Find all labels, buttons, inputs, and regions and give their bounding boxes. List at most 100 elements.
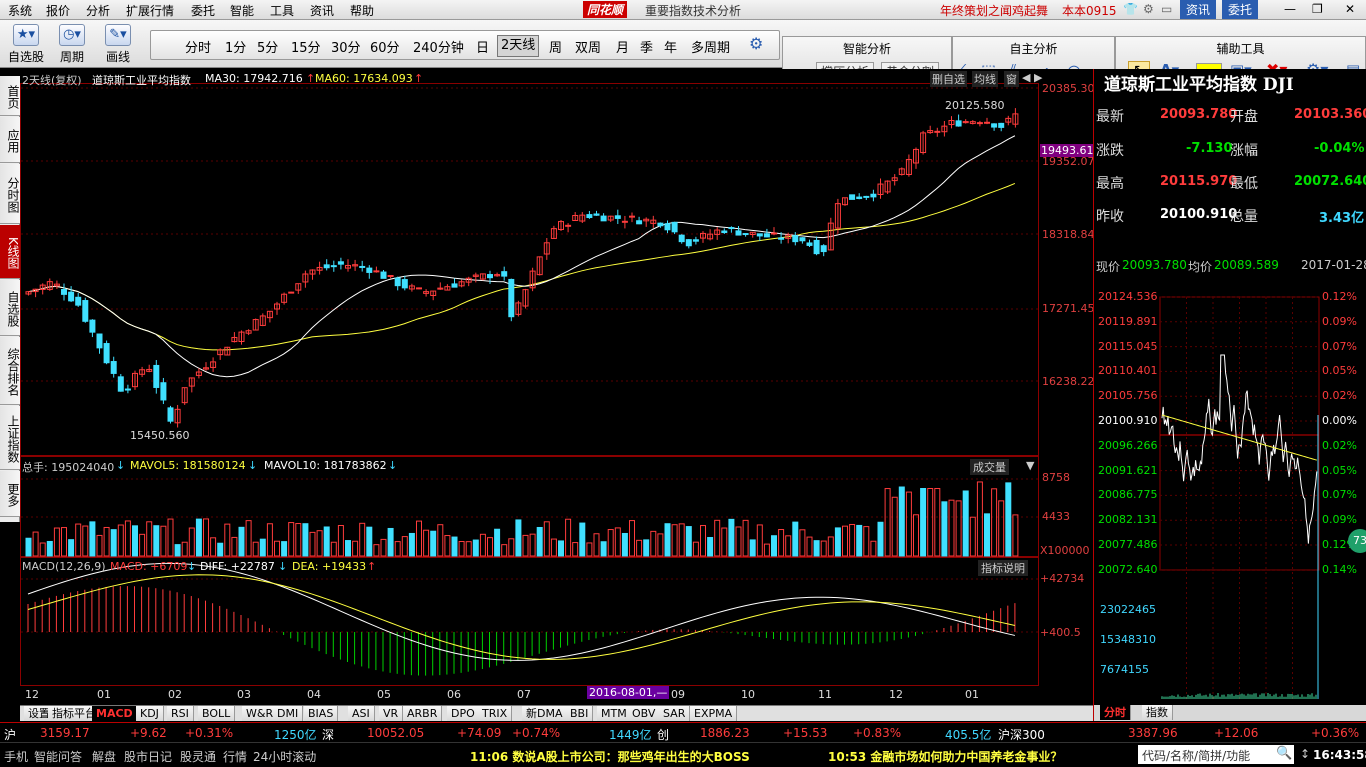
- arrow-left-icon[interactable]: ◀: [1022, 71, 1030, 84]
- indicator-tab-sar[interactable]: SAR: [659, 706, 691, 721]
- float-badge[interactable]: 73: [1348, 529, 1366, 553]
- menu-extended[interactable]: 扩展行情: [126, 2, 174, 19]
- indicator-tab-mtm[interactable]: MTM: [597, 706, 632, 721]
- period-240min[interactable]: 240分钟: [413, 37, 464, 56]
- indicator-tab-vr[interactable]: VR: [379, 706, 404, 721]
- user-name[interactable]: 本本0915: [1062, 2, 1117, 19]
- candle-body: [82, 300, 89, 322]
- trade-button[interactable]: 委托: [1222, 0, 1259, 19]
- indicator-tab-bbi[interactable]: BBI: [566, 706, 594, 721]
- status-linktong[interactable]: 股灵通: [180, 748, 216, 765]
- chart-canvas[interactable]: [20, 69, 1093, 705]
- news-headline-2[interactable]: 10:53 金融市场如何助力中国养老金事业？: [828, 748, 1062, 765]
- menu-quote[interactable]: 报价: [46, 2, 70, 19]
- tab-timeshare[interactable]: 分时图: [0, 164, 20, 224]
- indicator-tab-boll[interactable]: BOLL: [198, 706, 236, 721]
- period-day[interactable]: 日: [476, 37, 489, 56]
- news-button[interactable]: 资讯: [1180, 0, 1217, 19]
- period-15min[interactable]: 15分: [291, 37, 321, 56]
- close-icon[interactable]: ✕: [1345, 2, 1355, 16]
- period-month[interactable]: 月: [616, 37, 629, 56]
- menu-system[interactable]: 系统: [8, 2, 32, 19]
- period-multi[interactable]: 多周期: [691, 37, 730, 56]
- period-60min[interactable]: 60分: [370, 37, 400, 56]
- search-input[interactable]: 代码/名称/简拼/功能: [1138, 745, 1294, 764]
- menu-analysis[interactable]: 分析: [86, 2, 110, 19]
- menu-info[interactable]: 资讯: [310, 2, 334, 19]
- volume-bar: [678, 523, 685, 557]
- intraday-price-tick: 20115.045: [1098, 339, 1158, 353]
- indicator-tab-新dma[interactable]: 新DMA: [522, 706, 568, 721]
- tab-kline[interactable]: K线图: [0, 225, 20, 279]
- menu-smart[interactable]: 智能: [230, 2, 254, 19]
- status-24h[interactable]: 24小时滚动: [253, 748, 316, 765]
- indicator-tab-expma[interactable]: EXPMA: [690, 706, 738, 721]
- period-button[interactable]: ◷▾ 周期: [50, 20, 94, 66]
- indicator-tab-trix[interactable]: TRIX: [478, 706, 513, 721]
- candle-body: [998, 122, 1005, 128]
- indicator-tab-dmi[interactable]: DMI: [273, 706, 304, 721]
- settings-icon[interactable]: ⚙: [1143, 2, 1154, 16]
- indicator-tab-obv[interactable]: OBV: [628, 706, 661, 721]
- ticker-market: 深: [322, 728, 335, 742]
- restore-icon[interactable]: ❐: [1312, 2, 1323, 16]
- chevron-down-icon[interactable]: ▼: [1026, 459, 1034, 472]
- candle-body: [742, 233, 749, 236]
- gear-icon[interactable]: ⚙: [749, 34, 763, 53]
- indicator-tab-asi[interactable]: ASI: [348, 706, 375, 721]
- minimize-icon[interactable]: —: [1284, 2, 1296, 16]
- diff-readout: DIFF: +22787: [200, 560, 275, 573]
- indicator-tab-dpo[interactable]: DPO: [447, 706, 480, 721]
- period-5min[interactable]: 5分: [257, 37, 278, 56]
- search-icon[interactable]: 🔍: [1276, 746, 1292, 761]
- tab-watchlist[interactable]: 自选股: [0, 280, 20, 336]
- period-2day[interactable]: 2天线: [497, 35, 540, 57]
- indicator-tab-kdj[interactable]: KDJ: [136, 706, 164, 721]
- status-mobile[interactable]: 手机: [4, 748, 28, 765]
- period-30min[interactable]: 30分: [331, 37, 361, 56]
- indicator-tab-macd[interactable]: MACD: [92, 706, 138, 721]
- menu-tools[interactable]: 工具: [270, 2, 294, 19]
- window-mode-icon[interactable]: ▭: [1161, 2, 1172, 16]
- promo-link[interactable]: 年终策划之闻鸡起舞: [940, 2, 1048, 19]
- volume-unit-label: X100000: [1040, 544, 1090, 557]
- period-1min[interactable]: 1分: [225, 37, 246, 56]
- menu-trade[interactable]: 委托: [191, 2, 215, 19]
- tab-home[interactable]: 首页: [0, 76, 20, 116]
- status-diary[interactable]: 股市日记: [124, 748, 172, 765]
- ma-toggle-button[interactable]: 均线: [972, 71, 998, 87]
- watchlist-button[interactable]: ★▾ 自选股: [4, 20, 48, 66]
- quote-panel: 道琼斯工业平均指数 DJI 最新 20093.780 开盘 20103.360 …: [1093, 69, 1366, 721]
- status-smart-qa[interactable]: 智能问答: [34, 748, 82, 765]
- volume-indicator-dropdown[interactable]: 成交量: [970, 459, 1009, 475]
- kline-chart-area[interactable]: 2天线(复权) 道琼斯工业平均指数 MA30: 17942.716 ↑ MA60…: [20, 69, 1095, 705]
- indicator-help-button[interactable]: 指标说明: [978, 560, 1028, 576]
- menu-help[interactable]: 帮助: [350, 2, 374, 19]
- tab-intraday[interactable]: 分时: [1100, 705, 1131, 720]
- tab-index[interactable]: 指数: [1142, 705, 1173, 720]
- candle-body: [984, 121, 990, 124]
- period-week[interactable]: 周: [549, 37, 562, 56]
- remove-watchlist-button[interactable]: 删自选: [930, 71, 967, 87]
- volume-bar: [281, 541, 288, 557]
- period-fenshi[interactable]: 分时: [185, 37, 211, 56]
- indicator-tab-rsi[interactable]: RSI: [167, 706, 194, 721]
- indicator-tab-arbr[interactable]: ARBR: [403, 706, 443, 721]
- indicator-tab-bias[interactable]: BIAS: [304, 706, 339, 721]
- sort-icon[interactable]: ↕: [1300, 747, 1310, 761]
- status-quotes[interactable]: 行情: [223, 748, 247, 765]
- tab-apps[interactable]: 应用: [0, 117, 20, 163]
- shirt-icon[interactable]: 👕: [1123, 2, 1138, 16]
- tab-ranking[interactable]: 综合排名: [0, 337, 20, 405]
- period-year[interactable]: 年: [664, 37, 677, 56]
- window-button[interactable]: 窗: [1004, 71, 1019, 87]
- volume-bar: [884, 488, 891, 557]
- period-quarter[interactable]: 季: [640, 37, 653, 56]
- tab-more[interactable]: 更多: [0, 471, 20, 517]
- tab-shanghai-index[interactable]: 上证指数: [0, 406, 20, 470]
- draw-line-button[interactable]: ✎▾ 画线: [96, 20, 140, 66]
- volume-bar: [778, 529, 785, 557]
- news-headline-1[interactable]: 11:06 数说A股上市公司：那些鸡年出生的大BOSS: [470, 748, 750, 765]
- period-biweek[interactable]: 双周: [575, 37, 601, 56]
- status-analysis[interactable]: 解盘: [92, 748, 116, 765]
